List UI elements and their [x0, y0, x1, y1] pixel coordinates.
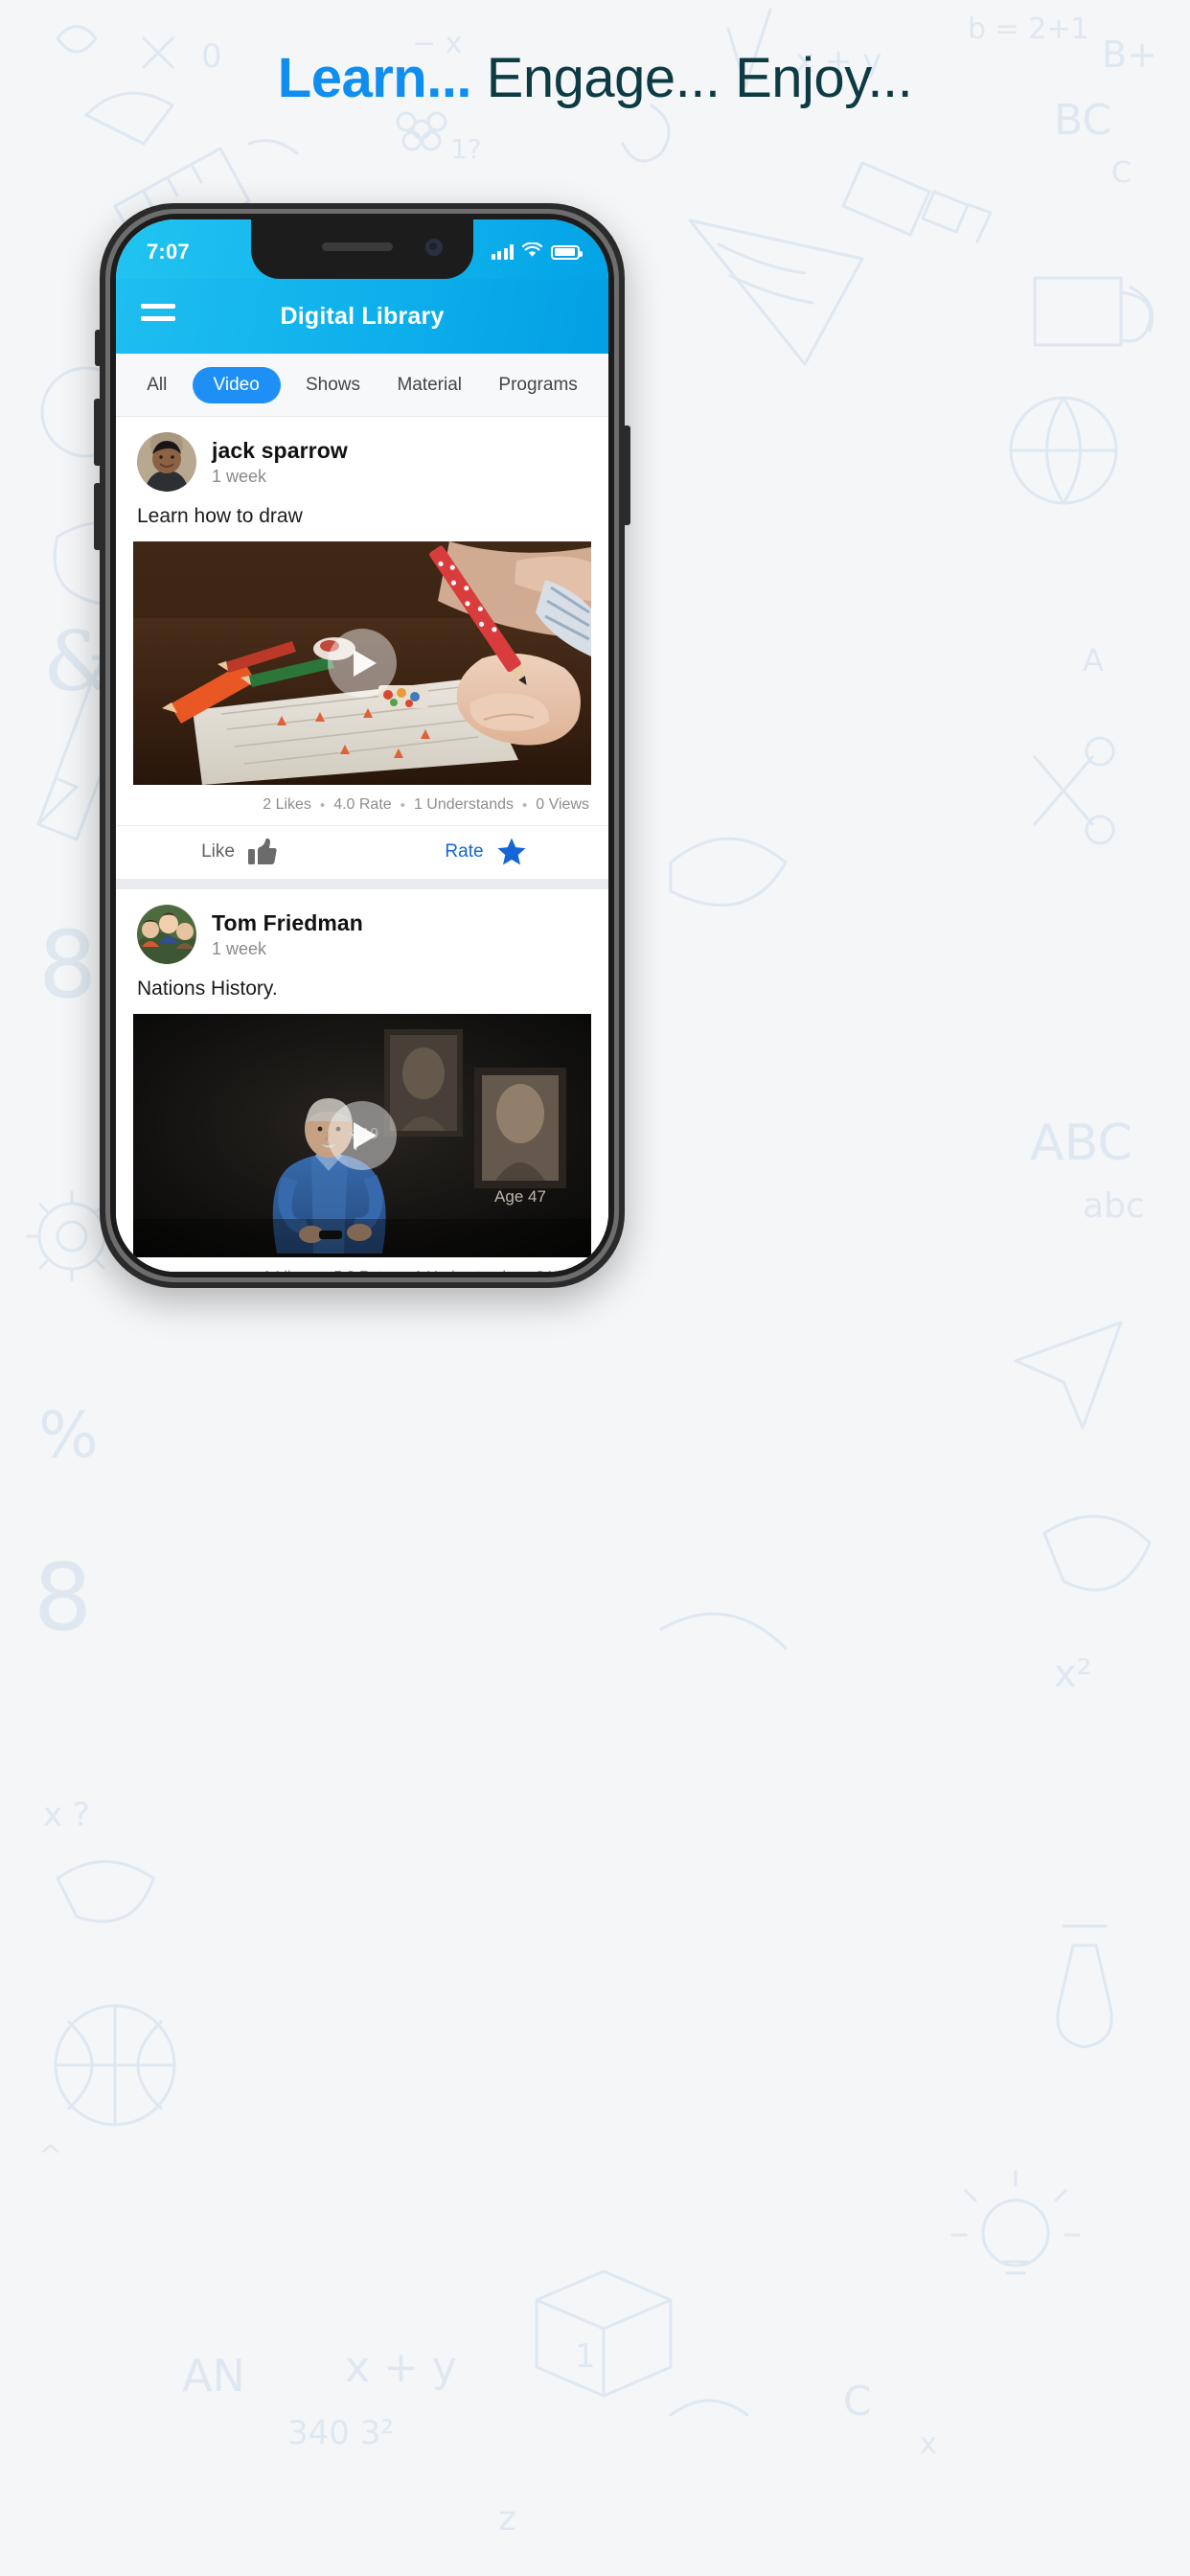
svg-text:ABC: ABC — [1030, 1115, 1133, 1172]
front-camera-icon — [425, 239, 443, 256]
svg-text:x ?: x ? — [43, 1796, 90, 1834]
play-button-icon[interactable] — [328, 629, 397, 698]
svg-text:C: C — [1111, 156, 1132, 190]
filter-tab-video[interactable]: Video — [192, 366, 281, 403]
svg-text:AN: AN — [182, 2350, 245, 2402]
post-author: jack sparrow — [212, 437, 348, 463]
post-header: jack sparrow 1 week — [116, 417, 608, 503]
filter-tab-material[interactable]: Material — [379, 367, 479, 403]
post-author: Tom Friedman — [212, 909, 363, 935]
filter-tab-bar: All Video Shows Material Programs — [116, 354, 608, 417]
post-action-bar: Like Rate — [116, 825, 608, 879]
svg-text:abc: abc — [1083, 1186, 1145, 1226]
stat-understands: 1 Understands — [414, 1269, 514, 1272]
post-media-thumbnail[interactable]: Age 47 e 19 — [133, 1014, 591, 1257]
post-timestamp: 1 week — [212, 466, 267, 486]
stat-understands: 1 Understands — [413, 796, 514, 813]
headline-rest: Engage... Enjoy... — [471, 47, 913, 109]
svg-text:340 3²: 340 3² — [287, 2414, 394, 2452]
stat-separator: • — [522, 796, 528, 814]
play-button-icon[interactable] — [328, 1101, 397, 1170]
filter-tab-all[interactable]: All — [129, 367, 185, 403]
wifi-icon — [521, 241, 543, 263]
stat-likes: 2 Likes — [263, 796, 311, 813]
thumbs-up-icon — [247, 838, 277, 865]
phone-notch — [251, 219, 473, 279]
status-time: 7:07 — [147, 240, 190, 264]
status-icons — [491, 241, 583, 263]
post-meta: Tom Friedman 1 week — [212, 910, 363, 959]
post-timestamp: 1 week — [212, 938, 267, 958]
stat-views: 0 Views — [536, 796, 589, 813]
stat-separator: • — [319, 796, 326, 814]
stat-views: 0 Views — [536, 1269, 589, 1272]
rate-label: Rate — [445, 840, 484, 862]
avatar[interactable] — [137, 432, 196, 492]
feed-list[interactable]: jack sparrow 1 week Learn how to draw 2 … — [116, 417, 608, 1272]
post-caption: Nations History. — [137, 978, 278, 1000]
post-media-thumbnail[interactable] — [133, 541, 591, 785]
svg-text:b = 2+1: b = 2+1 — [968, 12, 1089, 46]
feed-post: jack sparrow 1 week Learn how to draw 2 … — [116, 417, 608, 879]
feed-post: Tom Friedman 1 week Nations History. Age… — [116, 889, 608, 1272]
stat-likes: 1 Likes — [263, 1269, 311, 1272]
filter-tab-shows[interactable]: Shows — [288, 367, 378, 403]
svg-text:C: C — [843, 2378, 871, 2425]
post-header: Tom Friedman 1 week — [116, 889, 608, 976]
post-divider — [116, 879, 608, 889]
app-bar: Digital Library — [116, 279, 608, 354]
battery-icon — [551, 244, 583, 260]
stat-separator: • — [320, 1270, 325, 1273]
rate-button[interactable]: Rate — [362, 838, 608, 865]
svg-text:x²: x² — [1054, 1652, 1092, 1696]
svg-text:8: 8 — [38, 911, 97, 1019]
stat-rate: 5.0 Rate — [333, 1269, 391, 1272]
svg-text:1: 1 — [575, 2337, 596, 2376]
page-title: Digital Library — [280, 302, 445, 330]
phone-screen: 7:07 Digital Library All Video Shows Mat… — [116, 219, 608, 1272]
post-caption: Learn how to draw — [137, 505, 303, 527]
like-label: Like — [201, 840, 235, 862]
like-button[interactable]: Like — [116, 838, 362, 865]
volume-down-button[interactable] — [94, 483, 102, 550]
mute-switch-button[interactable] — [95, 330, 102, 366]
star-icon — [497, 838, 526, 865]
post-meta: jack sparrow 1 week — [212, 438, 348, 487]
signal-bars-icon — [491, 244, 514, 260]
svg-text:^: ^ — [38, 2140, 62, 2174]
stat-rate: 4.0 Rate — [333, 796, 392, 813]
avatar[interactable] — [137, 905, 196, 964]
svg-text:z: z — [498, 2499, 516, 2539]
post-stats: 1 Likes • 5.0 Rate • 1 Understands • 0 V… — [116, 1257, 608, 1272]
post-stats: 2 Likes • 4.0 Rate • 1 Understands • 0 V… — [116, 785, 608, 825]
stat-separator: • — [400, 796, 405, 814]
hero-headline: Learn... Engage... Enjoy... — [0, 46, 1190, 110]
svg-text:%: % — [38, 1398, 99, 1472]
stat-separator: • — [400, 1270, 405, 1273]
headline-highlight: Learn... — [277, 47, 472, 109]
power-button[interactable] — [623, 426, 630, 525]
svg-text:A: A — [1083, 642, 1104, 678]
earpiece-speaker — [322, 242, 393, 251]
phone-mockup: 7:07 Digital Library All Video Shows Mat… — [94, 203, 630, 1288]
svg-text:x + y: x + y — [345, 2343, 457, 2392]
hamburger-menu-icon[interactable] — [141, 304, 175, 329]
volume-up-button[interactable] — [94, 399, 102, 466]
svg-text:x: x — [920, 2427, 937, 2461]
filter-tab-programs[interactable]: Programs — [481, 367, 595, 403]
stat-separator: • — [522, 1270, 527, 1273]
svg-text:8: 8 — [34, 1544, 92, 1651]
svg-text:1?: 1? — [450, 133, 482, 165]
